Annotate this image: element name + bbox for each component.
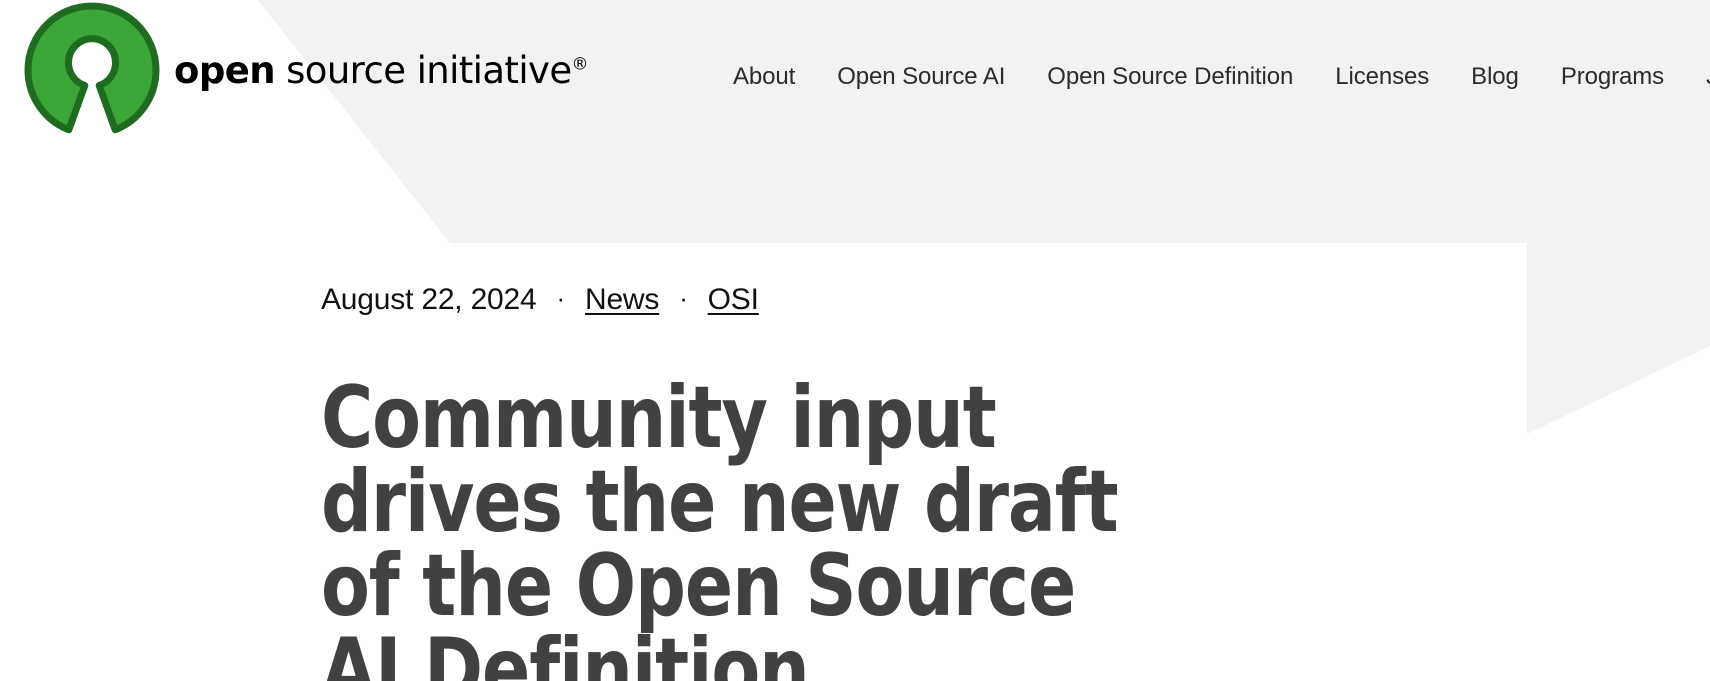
site-logo-link[interactable]: open source initiative®: [22, 2, 589, 138]
article-author-link[interactable]: OSI: [708, 283, 759, 317]
wordmark-open: open: [174, 48, 276, 92]
meta-separator-dot: ·: [679, 283, 688, 313]
registered-trademark-icon: ®: [571, 54, 588, 75]
wordmark-initiative: initiative: [416, 48, 573, 92]
site-wordmark: open source initiative®: [174, 48, 589, 92]
article-category-link[interactable]: News: [585, 283, 659, 317]
nav-item-blog[interactable]: Blog: [1471, 60, 1519, 94]
article-meta: August 22, 2024 · News · OSI: [321, 283, 759, 317]
article-date: August 22, 2024: [321, 283, 537, 316]
wordmark-source: source: [274, 48, 406, 92]
nav-item-licenses[interactable]: Licenses: [1335, 60, 1429, 94]
osi-keyhole-logo-icon: [24, 2, 160, 134]
nav-item-about[interactable]: About: [733, 60, 795, 94]
page-root: open source initiative® About Open Sourc…: [0, 0, 1710, 681]
nav-item-open-source-ai[interactable]: Open Source AI: [837, 60, 1005, 94]
nav-item-join[interactable]: Join: [1706, 60, 1710, 94]
right-gray-wedge: [1527, 243, 1710, 434]
meta-separator-dot: ·: [556, 283, 566, 313]
nav-item-programs[interactable]: Programs: [1561, 60, 1664, 94]
site-header: open source initiative® About Open Sourc…: [0, 0, 1710, 228]
nav-item-open-source-definition[interactable]: Open Source Definition: [1047, 60, 1293, 94]
page-title: Community input drives the new draft of …: [321, 368, 1119, 681]
primary-navigation: About Open Source AI Open Source Definit…: [733, 60, 1710, 94]
